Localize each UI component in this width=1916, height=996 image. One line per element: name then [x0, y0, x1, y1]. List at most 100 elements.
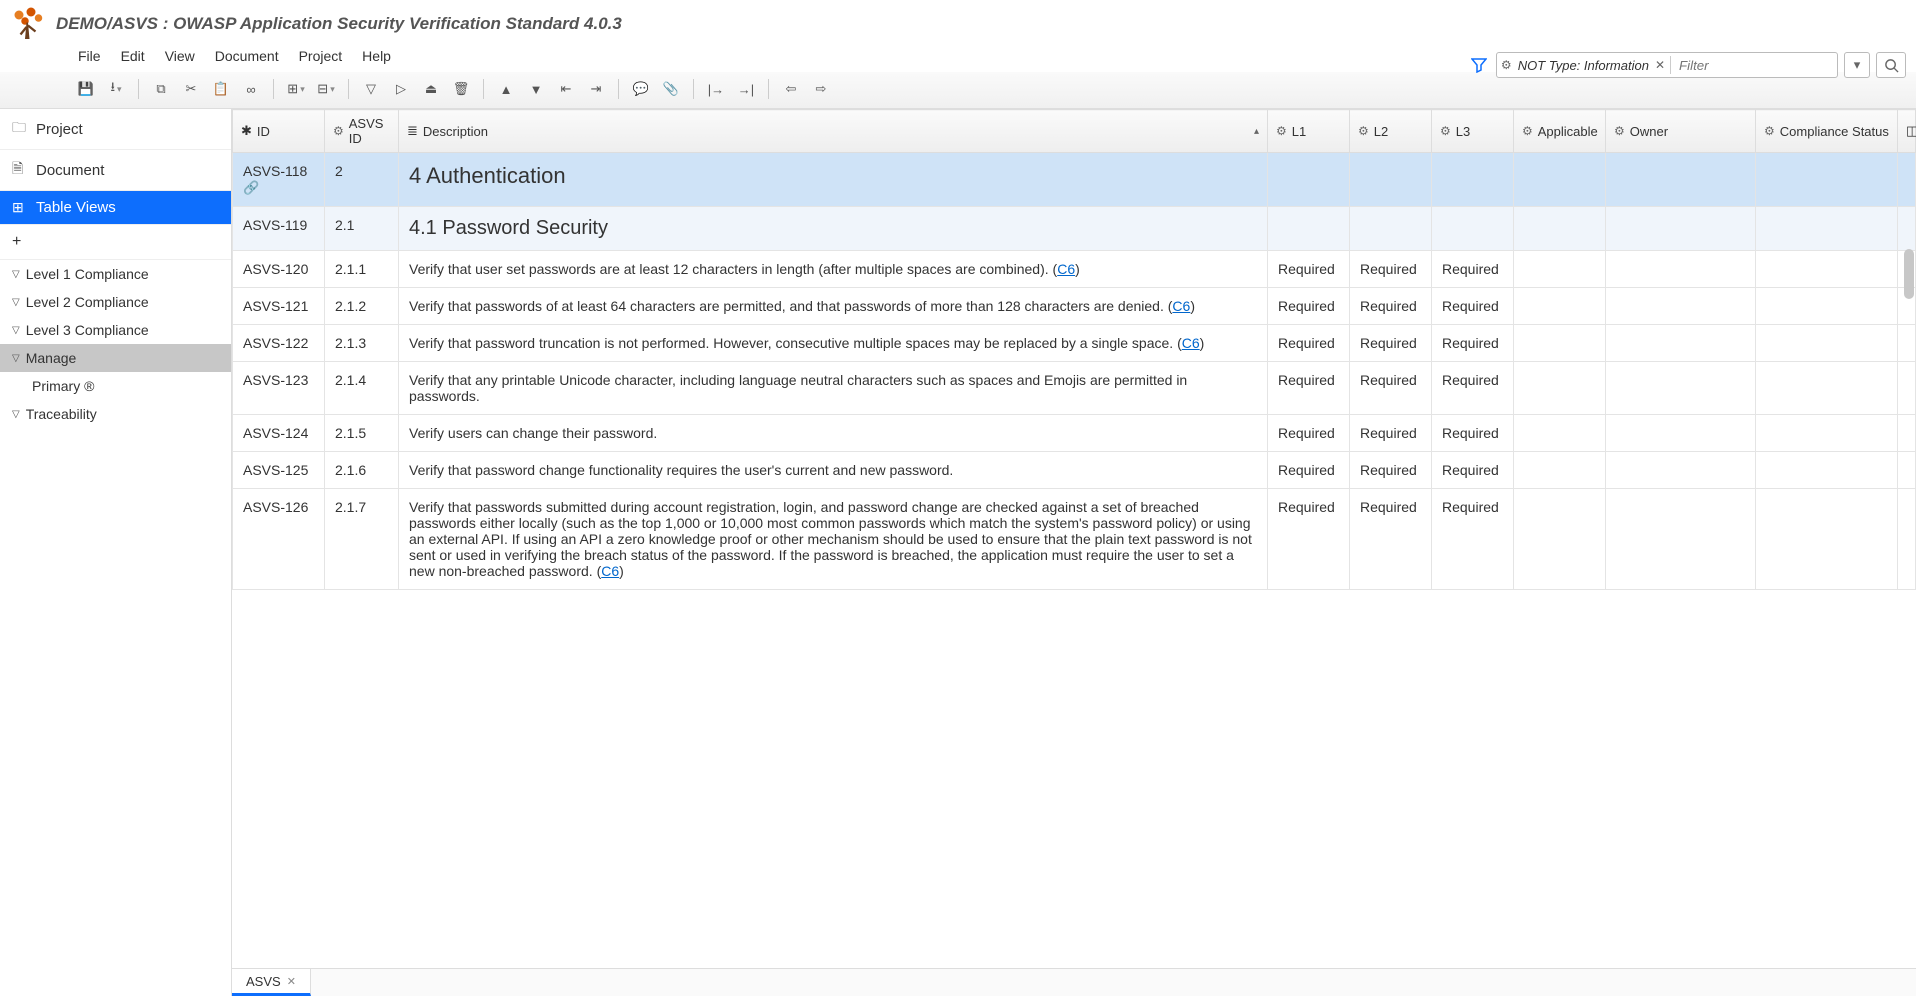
cut-icon[interactable]: ✂ — [177, 76, 205, 102]
copy-icon[interactable]: ⧉ — [147, 76, 175, 102]
cell-description: 4.1 Password Security — [399, 207, 1268, 251]
cell-compliance — [1756, 153, 1898, 207]
sort-asc-icon: ▴ — [1254, 126, 1259, 137]
goto-start-icon[interactable]: |→ — [702, 76, 730, 102]
menu-file[interactable]: File — [78, 48, 101, 64]
cell-description: Verify that passwords of at least 64 cha… — [399, 288, 1268, 325]
cell-l3: Required — [1432, 251, 1514, 288]
filter-icon[interactable] — [1468, 54, 1490, 76]
sidebar-table-views[interactable]: ⊞Table Views — [0, 191, 231, 225]
col-compliance[interactable]: ⚙Compliance Status — [1756, 110, 1898, 153]
col-id[interactable]: ✱ ID — [233, 110, 325, 153]
cell-applicable — [1514, 452, 1606, 489]
comment-icon[interactable]: 💬 — [627, 76, 655, 102]
col-applicable[interactable]: ⚙Applicable — [1514, 110, 1606, 153]
tree-level2[interactable]: ▽Level 2 Compliance — [0, 288, 231, 316]
filter-toggle-icon[interactable]: ▽ — [357, 76, 385, 102]
link-icon: 🔗 — [243, 180, 259, 195]
cell-asvs: 2.1.5 — [325, 415, 399, 452]
col-columns-toggle[interactable]: ◫ — [1898, 110, 1916, 153]
app-header: DEMO/ASVS : OWASP Application Security V… — [0, 0, 1916, 44]
reference-link[interactable]: C6 — [1172, 298, 1190, 314]
cell-applicable — [1514, 288, 1606, 325]
tab-asvs[interactable]: ASVS ✕ — [232, 969, 311, 996]
cell-owner — [1606, 207, 1756, 251]
table-row[interactable]: ASVS-1192.14.1 Password Security — [233, 207, 1916, 251]
menu-view[interactable]: View — [165, 48, 195, 64]
add-icon[interactable]: ⊞ — [282, 76, 310, 102]
reference-link[interactable]: C6 — [601, 563, 619, 579]
tree-manage[interactable]: ▽Manage — [0, 344, 231, 372]
cell-id: ASVS-126 — [233, 489, 325, 590]
filter-chip-remove[interactable]: ✕ — [1652, 58, 1668, 72]
table-icon: ⊞ — [12, 199, 28, 216]
forward-icon[interactable]: ⇨ — [807, 76, 835, 102]
sidebar-project[interactable]: 🗀Project — [0, 109, 231, 150]
table-row[interactable]: ASVS-1262.1.7Verify that passwords submi… — [233, 489, 1916, 590]
delete-icon[interactable]: 🗑 — [447, 76, 475, 102]
table-row[interactable]: ASVS-118🔗24 Authentication — [233, 153, 1916, 207]
cell-description: Verify that passwords submitted during a… — [399, 489, 1268, 590]
menu-edit[interactable]: Edit — [121, 48, 145, 64]
document-icon: 🗎 — [12, 158, 28, 182]
tree-primary[interactable]: Primary ® — [0, 372, 231, 400]
cell-description: Verify that any printable Unicode charac… — [399, 362, 1268, 415]
goto-end-icon[interactable]: →| — [732, 76, 760, 102]
attachment-icon[interactable]: 📎 — [657, 76, 685, 102]
folder-icon: 🗀 — [12, 117, 28, 141]
play-icon[interactable]: ▷ — [387, 76, 415, 102]
table-row[interactable]: ASVS-1242.1.5Verify users can change the… — [233, 415, 1916, 452]
indent-icon[interactable]: ⇥ — [582, 76, 610, 102]
scrollbar-thumb[interactable] — [1904, 249, 1914, 299]
reference-link[interactable]: C6 — [1182, 335, 1200, 351]
col-owner[interactable]: ⚙Owner — [1606, 110, 1756, 153]
menu-document[interactable]: Document — [215, 48, 279, 64]
down-icon[interactable]: ▼ — [522, 76, 550, 102]
table-row[interactable]: ASVS-1232.1.4Verify that any printable U… — [233, 362, 1916, 415]
col-asvs-id[interactable]: ⚙ASVS ID — [325, 110, 399, 153]
cell-id: ASVS-118🔗 — [233, 153, 325, 207]
sidebar-document[interactable]: 🗎Document — [0, 150, 231, 191]
filter-input[interactable] — [1673, 53, 1833, 77]
menu-help[interactable]: Help — [362, 48, 391, 64]
table-row[interactable]: ASVS-1212.1.2Verify that passwords of at… — [233, 288, 1916, 325]
export-icon[interactable]: ⭳ — [102, 76, 130, 102]
up-icon[interactable]: ▲ — [492, 76, 520, 102]
cell-id: ASVS-119 — [233, 207, 325, 251]
eject-icon[interactable]: ⏏ — [417, 76, 445, 102]
table-row[interactable]: ASVS-1222.1.3Verify that password trunca… — [233, 325, 1916, 362]
cell-l1: Required — [1268, 489, 1350, 590]
cell-l1 — [1268, 153, 1350, 207]
reference-link[interactable]: C6 — [1057, 261, 1075, 277]
tree-traceability[interactable]: ▽Traceability — [0, 400, 231, 428]
tree-level1[interactable]: ▽Level 1 Compliance — [0, 260, 231, 288]
paste-icon[interactable]: 📋 — [207, 76, 235, 102]
cell-compliance — [1756, 207, 1898, 251]
col-l1[interactable]: ⚙L1 — [1268, 110, 1350, 153]
cell-owner — [1606, 325, 1756, 362]
gear-icon: ⚙ — [1614, 124, 1625, 138]
cell-asvs: 2.1.1 — [325, 251, 399, 288]
cell-handle — [1898, 452, 1916, 489]
menu-project[interactable]: Project — [299, 48, 343, 64]
sidebar-add[interactable]: + — [0, 225, 231, 260]
cell-l3: Required — [1432, 489, 1514, 590]
table-row[interactable]: ASVS-1202.1.1Verify that user set passwo… — [233, 251, 1916, 288]
outdent-icon[interactable]: ⇤ — [552, 76, 580, 102]
table-row[interactable]: ASVS-1252.1.6Verify that password change… — [233, 452, 1916, 489]
col-l3[interactable]: ⚙L3 — [1432, 110, 1514, 153]
tree-level3[interactable]: ▽Level 3 Compliance — [0, 316, 231, 344]
remove-icon[interactable]: ⊟ — [312, 76, 340, 102]
cell-id: ASVS-121 — [233, 288, 325, 325]
back-icon[interactable]: ⇦ — [777, 76, 805, 102]
cell-id: ASVS-124 — [233, 415, 325, 452]
link-icon[interactable]: ∞ — [237, 76, 265, 102]
search-button[interactable] — [1876, 52, 1906, 78]
cell-l2: Required — [1350, 489, 1432, 590]
save-icon[interactable]: 💾 — [72, 76, 100, 102]
cell-l3: Required — [1432, 325, 1514, 362]
col-description[interactable]: ≣ Description▴ — [399, 110, 1268, 153]
tab-close-icon[interactable]: ✕ — [287, 975, 296, 988]
filter-dropdown[interactable]: ▾ — [1844, 52, 1870, 78]
col-l2[interactable]: ⚙L2 — [1350, 110, 1432, 153]
